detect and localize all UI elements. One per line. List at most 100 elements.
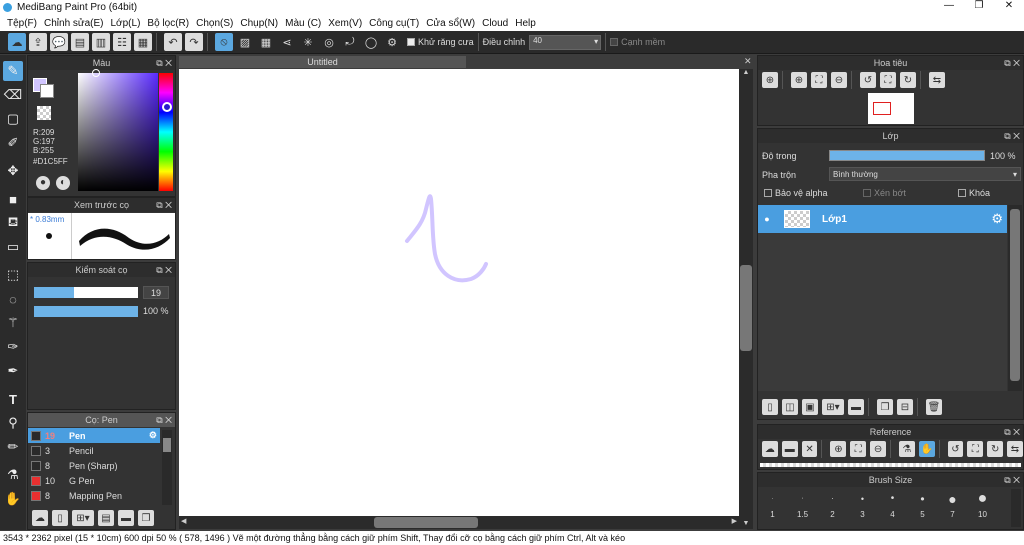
brush-size-scrollbar[interactable] [1011, 489, 1021, 527]
brush-size-cell[interactable]: · 2 [818, 488, 848, 528]
brush-size-cell[interactable]: ● 10 [968, 488, 998, 528]
soft-edge-checkbox[interactable] [610, 38, 619, 46]
canvas-tab-close-icon[interactable]: ✕ [744, 56, 752, 67]
dot-tool-icon[interactable]: ▢ [3, 109, 23, 129]
bucket-tool-icon[interactable]: ⛾ [3, 213, 23, 233]
layer-folder-icon[interactable]: ▬ [848, 399, 864, 415]
detach-icon[interactable]: ⧉ [156, 265, 162, 275]
snap-circle-icon[interactable]: ◎ [320, 33, 338, 51]
hue-slider[interactable] [159, 73, 173, 191]
select-pen-tool-icon[interactable]: ✑ [3, 337, 23, 357]
duplicate-layer-icon[interactable]: ❐ [877, 399, 893, 415]
brush-size-cell[interactable]: · 1 [758, 488, 788, 528]
new-8bit-layer-icon[interactable]: ▣ [802, 399, 818, 415]
brush-opacity-slider[interactable] [34, 306, 138, 317]
reset-rotate-icon[interactable]: ⛶ [967, 441, 984, 457]
brush-size-value[interactable]: 19 [143, 286, 169, 299]
snap-grid-icon[interactable]: ▦ [257, 33, 275, 51]
comment-icon[interactable]: 💬 [50, 33, 68, 51]
gear-icon[interactable]: ⚙ [149, 430, 157, 441]
zoom-in-2-icon[interactable]: ⊕ [791, 72, 807, 88]
brush-size-slider[interactable] [34, 287, 138, 298]
close-icon[interactable]: ✕ [1013, 58, 1020, 68]
menu-color[interactable]: Màu (C) [285, 18, 321, 29]
detach-icon[interactable]: ⧉ [156, 58, 162, 68]
menu-tools[interactable]: Công cụ(T) [369, 18, 419, 29]
detach-icon[interactable]: ⧉ [1004, 131, 1010, 141]
trash-icon[interactable]: 🗑 [926, 399, 942, 415]
copy-brush-icon[interactable]: ▤ [98, 510, 114, 526]
close-window-button[interactable]: ✕ [994, 0, 1024, 11]
close-reference-icon[interactable]: ✕ [801, 441, 818, 457]
eyedropper-tool-icon[interactable]: ⚗ [3, 465, 23, 485]
list-item[interactable]: 3 Pencil [28, 443, 160, 458]
snap-cross-icon[interactable]: ✳ [299, 33, 317, 51]
zoom-out-icon[interactable]: ⊖ [831, 72, 847, 88]
minimize-button[interactable]: — [934, 0, 964, 11]
duplicate-icon[interactable]: ❐ [138, 510, 154, 526]
sv-cursor[interactable] [92, 69, 100, 77]
new-layer-icon[interactable]: ▯ [762, 399, 778, 415]
hand-icon[interactable]: ✋ [918, 441, 935, 457]
cloud-brush-icon[interactable]: ☁ [32, 510, 48, 526]
list-item[interactable]: 8 Mapping Pen [28, 488, 160, 503]
list-item[interactable]: 8 Pen (Sharp) [28, 458, 160, 473]
folder-icon[interactable]: ▬ [118, 510, 134, 526]
detach-icon[interactable]: ⧉ [1004, 475, 1010, 485]
cloud-download-icon[interactable]: ☁ [762, 441, 778, 457]
maximize-button[interactable]: ❐ [964, 0, 994, 11]
view-rect[interactable] [873, 102, 891, 115]
flip-icon[interactable]: ⇆ [1007, 441, 1023, 457]
rotate-right-icon[interactable]: ↻ [900, 72, 916, 88]
add-brush-icon[interactable]: ⊞▾ [72, 510, 94, 526]
layer-list-scrollbar[interactable] [1008, 205, 1022, 391]
background-color-swatch[interactable] [40, 84, 54, 98]
detach-icon[interactable]: ⧉ [1004, 427, 1010, 437]
text-tool-icon[interactable]: T [3, 389, 23, 409]
scroll-thumb[interactable] [374, 517, 478, 528]
drawing-canvas[interactable] [179, 69, 739, 516]
detach-icon[interactable]: ⧉ [156, 200, 162, 210]
detach-icon[interactable]: ⧉ [156, 415, 162, 425]
scroll-thumb[interactable] [163, 438, 171, 452]
scroll-left-icon[interactable]: ◀ [181, 517, 186, 525]
menu-edit[interactable]: Chỉnh sửa(E) [44, 18, 104, 29]
lock-checkbox[interactable] [958, 189, 966, 197]
close-icon[interactable]: ✕ [1013, 131, 1020, 141]
brush-list-scrollbar[interactable] [162, 430, 172, 505]
menu-window[interactable]: Cửa sổ(W) [426, 18, 475, 29]
chat-icon[interactable]: ▤ [71, 33, 89, 51]
close-icon[interactable]: ✕ [165, 415, 172, 425]
menu-layer[interactable]: Lớp(L) [111, 18, 141, 29]
blend-mode-dropdown[interactable]: Bình thường ▾ [829, 167, 1021, 181]
undo-icon[interactable]: ↶ [164, 33, 182, 51]
transparent-swatch[interactable] [37, 106, 51, 120]
fill-rect-tool-icon[interactable]: ■ [3, 189, 23, 209]
scroll-up-icon[interactable]: ▲ [739, 69, 753, 76]
layer-row[interactable]: ● Lớp1 ⚙ [758, 205, 1007, 233]
brush-size-cell[interactable]: ● 7 [938, 488, 968, 528]
close-icon[interactable]: ✕ [165, 200, 172, 210]
document-icon[interactable]: ▥ [92, 33, 110, 51]
protect-alpha-checkbox[interactable] [764, 189, 772, 197]
fit-icon[interactable]: ⛶ [850, 441, 867, 457]
rotate-left-icon[interactable]: ↺ [860, 72, 876, 88]
rotate-right-icon[interactable]: ↻ [987, 441, 1004, 457]
list-item[interactable]: 19 Pen ⚙ [28, 428, 160, 443]
canvas-horizontal-scrollbar[interactable]: ◀ ▶ [179, 516, 739, 529]
menu-view[interactable]: Xem(V) [328, 18, 362, 29]
brush-size-cell[interactable]: · 1.5 [788, 488, 818, 528]
palette-icon[interactable]: ● [36, 176, 50, 190]
select-eraser-tool-icon[interactable]: ✒ [3, 361, 23, 381]
list-item[interactable]: 10 G Pen [28, 473, 160, 488]
scroll-thumb[interactable] [740, 265, 752, 351]
zoom-in-icon[interactable]: ⊕ [762, 72, 778, 88]
open-file-icon[interactable]: ▬ [781, 441, 798, 457]
correction-dropdown[interactable]: 40 ▾ [529, 34, 602, 50]
snap-settings-icon[interactable]: ⚙ [383, 33, 401, 51]
rotate-left-icon[interactable]: ↺ [947, 441, 964, 457]
menu-cloud[interactable]: Cloud [482, 18, 508, 29]
scroll-right-icon[interactable]: ▶ [732, 517, 737, 525]
canvas-vertical-scrollbar[interactable]: ▲ ▼ [739, 69, 753, 529]
brush-size-cell[interactable]: • 5 [908, 488, 938, 528]
